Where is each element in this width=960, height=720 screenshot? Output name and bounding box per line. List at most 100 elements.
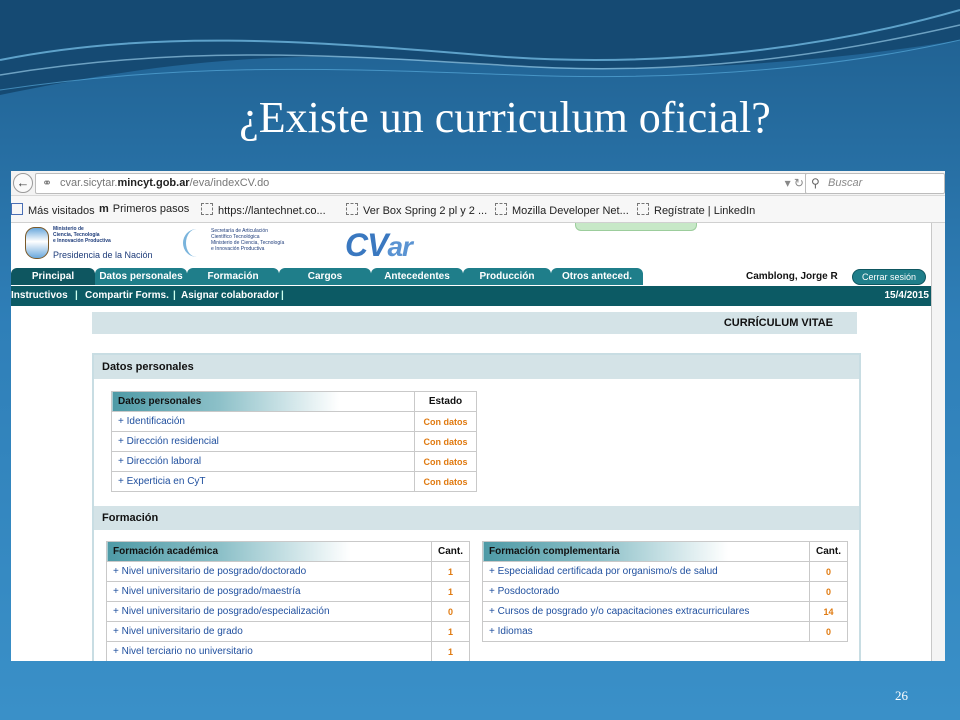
address-bar-row: ← ⚭ cvar.sicytar.mincyt.gob.ar/eva/index… — [11, 171, 945, 196]
cant-header: Cant. — [809, 541, 848, 562]
table-row: + Identificación Con datos — [111, 411, 477, 432]
section-datos-personales: Datos personales — [94, 355, 859, 379]
secretaria-arc-icon — [183, 229, 210, 257]
status-value: Con datos — [414, 451, 477, 472]
bookmark-lantechnet[interactable]: https://lantechnet.co... — [201, 203, 326, 217]
ministerio-text: Ministerio de Ciencia, Tecnología e Inno… — [53, 226, 111, 244]
link-cursos-posgrado[interactable]: + Cursos de posgrado y/o capacitaciones … — [482, 601, 810, 622]
url-field[interactable]: ⚭ cvar.sicytar.mincyt.gob.ar/eva/indexCV… — [35, 173, 809, 194]
site-header: Ministerio de Ciencia, Tecnología e Inno… — [11, 223, 945, 267]
tab-formacion[interactable]: Formación — [187, 268, 279, 285]
bookmark-primeros-pasos[interactable]: m Primeros pasos — [99, 203, 189, 215]
url-text: cvar.sicytar.mincyt.gob.ar/eva/indexCV.d… — [60, 177, 270, 189]
table-row: + Experticia en CyT Con datos — [111, 471, 477, 492]
link-direccion-residencial[interactable]: + Dirección residencial — [111, 431, 415, 452]
table-row: + Especialidad certificada por organismo… — [482, 561, 848, 582]
bookmark-mas-visitados[interactable]: Más visitados — [11, 203, 95, 217]
section-title: Datos personales — [102, 361, 194, 373]
page-icon — [637, 203, 649, 215]
status-value: Con datos — [414, 471, 477, 492]
subnav-instructivos[interactable]: Instructivos — [11, 290, 68, 301]
table-header: Formación académica — [106, 541, 432, 562]
table-row: + Nivel universitario de grado 1 — [106, 621, 470, 642]
link-idiomas[interactable]: + Idiomas — [482, 621, 810, 642]
table-row: + Posdoctorado 0 — [482, 581, 848, 602]
link-posdoctorado[interactable]: + Posdoctorado — [482, 581, 810, 602]
count-value: 0 — [431, 601, 470, 622]
table-row: + Nivel universitario de posgrado/maestr… — [106, 581, 470, 602]
reload-icon[interactable]: ▾ ↻ — [785, 176, 804, 190]
link-posgrado-maestria[interactable]: + Nivel universitario de posgrado/maestr… — [106, 581, 432, 602]
tab-otros-antecedentes[interactable]: Otros anteced. — [551, 268, 643, 285]
count-value: 0 — [809, 581, 848, 602]
count-value: 0 — [809, 561, 848, 582]
user-name: Camblong, Jorge R — [746, 271, 838, 282]
sub-navigation: Instructivos | Compartir Forms. | Asigna… — [11, 286, 931, 306]
logout-button[interactable]: Cerrar sesión — [852, 269, 926, 285]
tab-datos-personales[interactable]: Datos personales — [95, 268, 187, 285]
green-indicator — [575, 223, 697, 231]
link-terciario[interactable]: + Nivel terciario no universitario — [106, 641, 432, 661]
slide-number: 26 — [895, 688, 908, 703]
status-value: Con datos — [414, 411, 477, 432]
count-value: 1 — [431, 581, 470, 602]
tab-antecedentes[interactable]: Antecedentes — [371, 268, 463, 285]
browser-screenshot: ← ⚭ cvar.sicytar.mincyt.gob.ar/eva/index… — [11, 171, 945, 661]
bookmarks-bar: Más visitados m Primeros pasos https://la… — [11, 196, 945, 223]
formacion-complementaria-table: Formación complementaria Cant. + Especia… — [482, 541, 848, 642]
secretaria-logo: Secretaría de Articulación Científico Te… — [183, 225, 333, 263]
search-placeholder: Buscar — [828, 177, 863, 189]
count-value: 0 — [809, 621, 848, 642]
cv-title-bar: CURRÍCULUM VITAE — [92, 312, 857, 334]
link-universitario-grado[interactable]: + Nivel universitario de grado — [106, 621, 432, 642]
presidencia-text: Presidencia de la Nación — [53, 250, 153, 260]
secretaria-text: Secretaría de Articulación Científico Te… — [211, 228, 285, 252]
status-value: Con datos — [414, 431, 477, 452]
globe-icon: ⚭ — [42, 176, 53, 190]
link-especialidad-salud[interactable]: + Especialidad certificada por organismo… — [482, 561, 810, 582]
count-value: 14 — [809, 601, 848, 622]
bookmark-mozilla-developer[interactable]: Mozilla Developer Net... — [495, 203, 629, 217]
link-direccion-laboral[interactable]: + Dirección laboral — [111, 451, 415, 472]
subnav-separator: | — [75, 290, 78, 301]
table-row: + Idiomas 0 — [482, 621, 848, 642]
count-value: 1 — [431, 561, 470, 582]
page-icon — [201, 203, 213, 215]
current-date: 15/4/2015 — [884, 290, 930, 301]
link-posgrado-especializacion[interactable]: + Nivel universitario de posgrado/especi… — [106, 601, 432, 622]
link-posgrado-doctorado[interactable]: + Nivel universitario de posgrado/doctor… — [106, 561, 432, 582]
bookmark-linkedin[interactable]: Regístrate | LinkedIn — [637, 203, 755, 217]
table-row: + Nivel terciario no universitario 1 — [106, 641, 470, 661]
section-title: Formación — [102, 512, 159, 524]
main-tabs: Principal Datos personales Formación Car… — [11, 268, 945, 286]
subnav-asignar-colaborador[interactable]: Asignar colaborador — [181, 290, 279, 301]
status-header: Estado — [414, 391, 477, 412]
section-formacion: Formación — [94, 506, 859, 530]
mozilla-m-icon: m — [99, 203, 109, 215]
search-input[interactable]: ⚲ Buscar — [805, 173, 945, 194]
bookmark-box-spring[interactable]: Ver Box Spring 2 pl y 2 ... — [346, 203, 487, 217]
link-experticia-cyt[interactable]: + Experticia en CyT — [111, 471, 415, 492]
search-icon: ⚲ — [811, 176, 820, 190]
count-value: 1 — [431, 621, 470, 642]
table-header: Formación complementaria — [482, 541, 810, 562]
subnav-separator: | — [173, 290, 176, 301]
datos-personales-table: Datos personales Estado + Identificación… — [111, 391, 477, 492]
link-identificacion[interactable]: + Identificación — [111, 411, 415, 432]
formacion-academica-table: Formación académica Cant. + Nivel univer… — [106, 541, 470, 661]
subnav-compartir-forms[interactable]: Compartir Forms. — [85, 290, 169, 301]
back-arrow-icon[interactable]: ← — [13, 173, 33, 193]
table-header: Datos personales — [111, 391, 415, 412]
tab-cargos[interactable]: Cargos — [279, 268, 371, 285]
table-row: + Nivel universitario de posgrado/doctor… — [106, 561, 470, 582]
page-icon — [346, 203, 358, 215]
tab-produccion[interactable]: Producción — [463, 268, 551, 285]
count-value: 1 — [431, 641, 470, 661]
tab-principal[interactable]: Principal — [11, 268, 95, 285]
subnav-separator: | — [281, 290, 284, 301]
table-row: + Nivel universitario de posgrado/especi… — [106, 601, 470, 622]
bookmark-icon — [11, 203, 23, 215]
scrollbar[interactable] — [931, 223, 945, 661]
cv-panel: Datos personales Datos personales Estado… — [92, 353, 861, 661]
table-row: + Dirección residencial Con datos — [111, 431, 477, 452]
